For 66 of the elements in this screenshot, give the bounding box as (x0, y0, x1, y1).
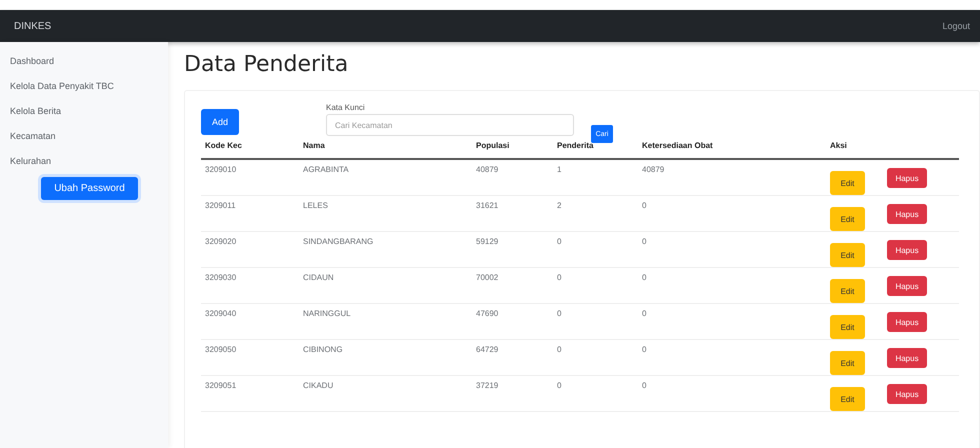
table-cell: 37219 (472, 376, 553, 412)
sidebar-item[interactable]: Kelola Berita (10, 102, 168, 127)
column-header: Ketersediaan Obat (638, 129, 826, 159)
column-header: Populasi (472, 129, 553, 159)
table-cell: LELES (299, 196, 472, 232)
table-cell: 0 (553, 304, 638, 340)
edit-button[interactable]: Edit (830, 171, 865, 195)
edit-button[interactable]: Edit (830, 243, 865, 267)
delete-button[interactable]: Hapus (887, 276, 927, 296)
edit-button[interactable]: Edit (830, 207, 865, 231)
delete-button[interactable]: Hapus (887, 204, 927, 224)
edit-button[interactable]: Edit (830, 351, 865, 375)
table-cell: 0 (638, 196, 826, 232)
table-cell: 40879 (472, 159, 553, 196)
table-cell: 3209011 (201, 196, 299, 232)
column-header: Aksi (826, 129, 959, 159)
table-cell: 3209040 (201, 304, 299, 340)
column-header: Nama (299, 129, 472, 159)
table-cell: 0 (638, 376, 826, 412)
table-cell: 2 (553, 196, 638, 232)
table-cell: CIDAUN (299, 268, 472, 304)
table-cell: 0 (638, 268, 826, 304)
table-cell: 3209051 (201, 376, 299, 412)
table-cell: 3209030 (201, 268, 299, 304)
table-cell: 0 (638, 304, 826, 340)
column-header: Kode Kec (201, 129, 299, 159)
logout-link[interactable]: Logout (942, 21, 970, 31)
table-cell: 47690 (472, 304, 553, 340)
page-title: Data Penderita (184, 52, 350, 79)
edit-button[interactable]: Edit (830, 279, 865, 303)
table-cell: 0 (638, 232, 826, 268)
table-cell: 0 (638, 340, 826, 376)
table-cell: AGRABINTA (299, 159, 472, 196)
table-cell: 3209010 (201, 159, 299, 196)
sidebar-item[interactable]: Kecamatan (10, 127, 168, 152)
add-button[interactable]: Add (201, 109, 239, 135)
table-cell: 31621 (472, 196, 553, 232)
edit-button[interactable]: Edit (830, 315, 865, 339)
table-cell: 0 (553, 232, 638, 268)
table-cell: 64729 (472, 340, 553, 376)
edit-button[interactable]: Edit (830, 387, 865, 411)
search-label: Kata Kunci (326, 103, 366, 114)
delete-button[interactable]: Hapus (887, 168, 927, 188)
table-cell: CIKADU (299, 376, 472, 412)
table-cell: SINDANGBARANG (299, 232, 472, 268)
delete-button[interactable]: Hapus (887, 348, 927, 368)
change-password-button[interactable]: Ubah Password (41, 177, 138, 200)
sidebar-item[interactable]: Kelurahan (10, 152, 168, 177)
table-cell: 0 (553, 268, 638, 304)
table-cell: 3209050 (201, 340, 299, 376)
delete-button[interactable]: Hapus (887, 384, 927, 404)
table-cell: 0 (553, 376, 638, 412)
sidebar-item[interactable]: Dashboard (10, 52, 168, 77)
table-cell: CIBINONG (299, 340, 472, 376)
table-cell: 0 (553, 340, 638, 376)
table-cell: 70002 (472, 268, 553, 304)
table-cell: NARINGGUL (299, 304, 472, 340)
table-cell: 3209020 (201, 232, 299, 268)
delete-button[interactable]: Hapus (887, 312, 927, 332)
table-cell: 59129 (472, 232, 553, 268)
brand-logo-text: DINKES (14, 20, 52, 32)
table-cell: 40879 (638, 159, 826, 196)
search-field[interactable]: Cari Kecamatan (326, 114, 574, 136)
delete-button[interactable]: Hapus (887, 240, 927, 260)
table-cell: 1 (553, 159, 638, 196)
sidebar-item[interactable]: Kelola Data Penyakit TBC (10, 77, 168, 102)
